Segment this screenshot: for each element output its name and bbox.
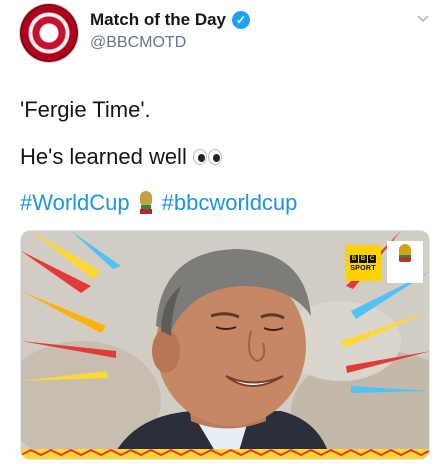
hashtags: #WorldCup #bbcworldcup [20,190,297,216]
tweet-header: Match of the Day ✓ @BBCMOTD [20,4,430,66]
hashtag-bbcworldcup[interactable]: #bbcworldcup [162,190,298,216]
bbc-sport-logo: BBC SPORT [345,245,381,281]
tweet-text-line-2: He's learned well [20,144,222,170]
tweet-media-image[interactable]: BBC SPORT [20,230,430,460]
verified-badge-icon: ✓ [232,11,251,29]
bbc-sport-label: SPORT [350,264,376,272]
eyes-icon [192,149,222,165]
tweet-text-line-1: 'Fergie Time'. [20,97,151,122]
chevron-down-icon[interactable] [416,12,430,26]
name-row: Match of the Day ✓ [90,10,251,30]
world-cup-logo [387,241,423,283]
world-cup-trophy-icon [138,191,154,215]
user-handle[interactable]: @BBCMOTD [90,34,186,52]
hashtag-worldcup[interactable]: #WorldCup [20,190,130,216]
tweet-text-line-2-label: He's learned well [20,144,187,169]
avatar[interactable] [20,4,78,62]
display-name[interactable]: Match of the Day [90,10,226,30]
